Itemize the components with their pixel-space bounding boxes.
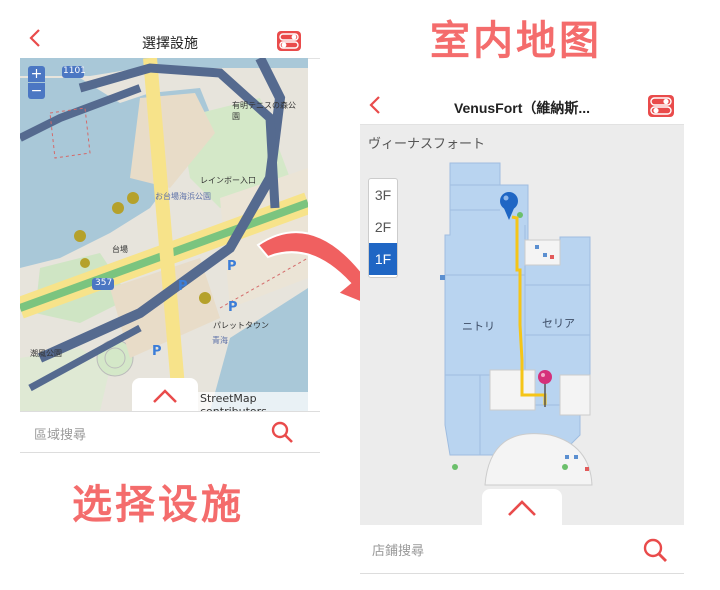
toggle-icon — [279, 33, 299, 49]
expand-panel-tab-right[interactable] — [482, 489, 562, 525]
right-nav-bar: VenusFort（維納斯... — [360, 88, 684, 125]
map-label-ariake-tennis: 有明テニスの森公園 — [232, 101, 296, 121]
select-facility-caption: 选择设施 — [72, 482, 244, 528]
right-phone-screen: VenusFort（維納斯... ヴィーナスフォート ニトリ セリア 3F 2F… — [360, 88, 684, 576]
map-label-route1: 1101 — [63, 66, 86, 76]
floorplan-canvas — [440, 162, 593, 486]
chevron-up-icon — [508, 500, 536, 516]
svg-text:P: P — [152, 344, 162, 359]
chevron-up-icon — [153, 389, 177, 403]
floor-1f-button[interactable]: 1F — [369, 243, 397, 275]
indoor-map-caption: 室内地图 — [430, 18, 602, 64]
map-label-odaiba-kaihin: お台場海浜公園 — [155, 192, 211, 201]
settings-toggle-button-right[interactable] — [648, 95, 674, 117]
toggle-icon — [650, 97, 672, 115]
zoom-in-button[interactable]: + — [28, 66, 45, 82]
store-label-nitori: ニトリ — [462, 320, 495, 333]
store-label-seria: セリア — [542, 317, 575, 330]
map-label-daiba-station: 台場 — [112, 245, 128, 254]
map-label-route357: 357 — [95, 278, 113, 288]
svg-text:P: P — [228, 300, 238, 315]
search-button-right[interactable] — [642, 537, 668, 567]
map-label-aomi: 青海 — [212, 336, 228, 345]
floor-3f-button[interactable]: 3F — [369, 179, 397, 211]
floor-selector: 3F 2F 1F — [368, 178, 398, 278]
settings-toggle-button[interactable] — [277, 31, 301, 51]
floor-2f-button[interactable]: 2F — [369, 211, 397, 243]
search-icon — [271, 421, 293, 443]
map-label-rainbow-entrance: レインボー入口 — [200, 176, 256, 185]
area-search-placeholder: 區域搜尋 — [34, 428, 87, 443]
expand-panel-tab[interactable] — [132, 378, 198, 411]
indoor-map[interactable]: ヴィーナスフォート ニトリ セリア 3F 2F 1F — [360, 125, 684, 525]
area-search-bar[interactable]: 區域搜尋 — [20, 411, 320, 453]
search-button[interactable] — [270, 420, 294, 448]
store-search-bar[interactable]: 店鋪搜尋 — [360, 525, 684, 574]
left-nav-bar: 選擇設施 — [20, 24, 320, 59]
svg-text:P: P — [227, 259, 237, 274]
map-attribution: StreetMap contributors — [198, 392, 308, 411]
facility-title: VenusFort（維納斯... — [453, 100, 591, 116]
search-icon — [643, 538, 667, 562]
store-search-placeholder: 店鋪搜尋 — [372, 544, 425, 559]
zoom-out-button[interactable]: − — [28, 83, 45, 99]
page-title: 選擇設施 — [142, 36, 198, 52]
map-label-shiokaze: 潮風公園 — [30, 349, 62, 358]
svg-text:P: P — [178, 279, 188, 294]
